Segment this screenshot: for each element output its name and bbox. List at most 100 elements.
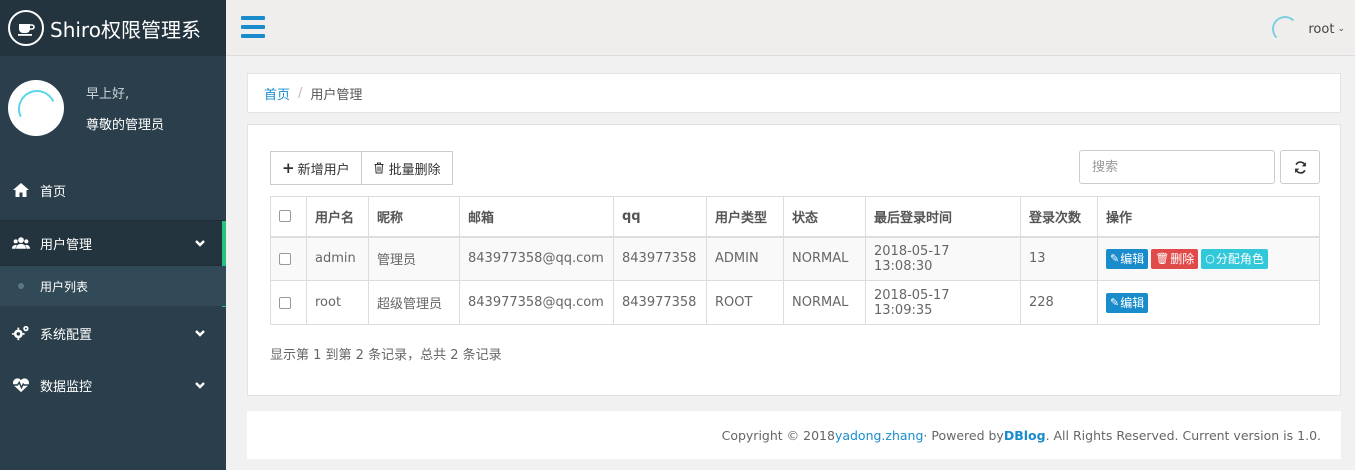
sidebar-item-label: 系统配置	[40, 327, 93, 343]
table-row: root 超级管理员 843977358@qq.com 843977358 RO…	[270, 280, 1320, 325]
chevron-down-icon	[194, 379, 206, 391]
footer-rights: . All Rights Reserved. Current version i…	[1045, 427, 1321, 443]
column-header[interactable]: 邮箱	[459, 196, 614, 238]
user-role-text: 尊敬的管理员	[86, 118, 165, 133]
greeting-text: 早上好,	[86, 87, 130, 102]
table-header-row: 用户名 昵称 邮箱 qq 用户类型 状态 最后登录时间 登录次数 操作	[270, 196, 1320, 238]
batch-delete-label: 批量删除	[388, 162, 441, 178]
edit-icon: ✎	[1110, 296, 1120, 309]
chevron-down-icon	[194, 237, 206, 249]
refresh-icon	[1294, 160, 1306, 174]
batch-delete-button[interactable]: 批量删除	[361, 151, 453, 185]
column-header[interactable]: 用户类型	[706, 196, 784, 238]
cell-last-login: 2018-05-17 13:08:30	[865, 236, 1021, 281]
column-header[interactable]: 登录次数	[1020, 196, 1098, 238]
cell-login-count: 228	[1020, 280, 1098, 325]
plus-icon: +	[282, 159, 295, 177]
bullet-dot-icon	[18, 283, 24, 289]
coffee-cup-icon	[8, 10, 44, 46]
content-panel: + 新增用户 批量删除 用户名 昵称 邮箱 qq 用户类型 状态 最后登录时间 …	[247, 124, 1341, 396]
sidebar: Shiro权限管理系 早上好, 尊敬的管理员 首页 用户管理 用户列表 系统配置…	[0, 0, 226, 470]
edit-icon: ✎	[1110, 252, 1120, 266]
add-user-label: 新增用户	[297, 162, 350, 178]
brand-title: Shiro权限管理系	[50, 17, 201, 42]
sidebar-nav: 首页 用户管理 用户列表 系统配置 数据监控	[0, 160, 226, 409]
cell-email: 843977358@qq.com	[459, 280, 614, 325]
brand[interactable]: Shiro权限管理系	[0, 0, 226, 56]
user-panel: 早上好, 尊敬的管理员	[0, 56, 226, 160]
users-icon	[10, 234, 32, 252]
footer-blog-link[interactable]: DBlog	[1004, 428, 1046, 443]
cell-username: root	[306, 280, 369, 325]
cell-qq: 843977358	[613, 280, 707, 325]
toolbar: + 新增用户 批量删除	[270, 151, 453, 185]
edit-label: 编辑	[1120, 252, 1145, 267]
menu-toggle-icon[interactable]	[241, 16, 265, 38]
column-header: 操作	[1097, 196, 1320, 238]
sidebar-item-home[interactable]: 首页	[0, 160, 226, 220]
edit-label: 编辑	[1120, 296, 1145, 310]
row-checkbox[interactable]	[279, 252, 291, 265]
delete-label: 删除	[1170, 252, 1195, 267]
trash-icon	[374, 162, 384, 174]
cell-status: NORMAL	[783, 236, 866, 281]
row-select-cell[interactable]	[270, 236, 307, 281]
column-header[interactable]: 用户名	[306, 196, 369, 238]
column-header[interactable]: 昵称	[368, 196, 460, 238]
footer-author-link[interactable]: yadong.zhang	[835, 428, 923, 443]
refresh-button[interactable]	[1280, 150, 1320, 184]
edit-button[interactable]: ✎ 编辑	[1106, 248, 1149, 269]
trash-icon: 🗑	[1155, 252, 1170, 266]
sidebar-subitem-user-list[interactable]: 用户列表	[0, 266, 226, 306]
table-row: admin 管理员 843977358@qq.com 843977358 ADM…	[270, 236, 1320, 281]
sidebar-item-system-config[interactable]: 系统配置	[0, 309, 226, 357]
user-menu[interactable]: root ⌄	[1272, 16, 1345, 42]
breadcrumb: 首页 / 用户管理	[247, 73, 1341, 113]
add-user-button[interactable]: + 新增用户	[270, 151, 362, 185]
avatar	[8, 80, 64, 136]
row-select-cell[interactable]	[270, 280, 307, 325]
sidebar-subitem-label: 用户列表	[40, 279, 89, 294]
row-checkbox[interactable]	[279, 296, 291, 309]
cell-status: NORMAL	[783, 280, 866, 325]
column-header[interactable]: 状态	[783, 196, 866, 238]
cell-last-login: 2018-05-17 13:09:35	[865, 280, 1021, 325]
select-all-checkbox[interactable]	[279, 210, 291, 223]
search-input[interactable]	[1079, 150, 1275, 184]
cell-type: ROOT	[706, 280, 784, 325]
sidebar-item-data-monitor[interactable]: 数据监控	[0, 361, 226, 409]
gears-icon	[10, 324, 32, 342]
breadcrumb-home-link[interactable]: 首页	[264, 84, 290, 103]
cell-type: ADMIN	[706, 236, 784, 281]
pagination-summary: 显示第 1 到第 2 条记录，总共 2 条记录	[270, 348, 502, 363]
cell-actions: ✎ 编辑	[1097, 280, 1320, 325]
home-icon	[10, 181, 32, 199]
header-select-all[interactable]	[270, 196, 307, 238]
users-table: 用户名 昵称 邮箱 qq 用户类型 状态 最后登录时间 登录次数 操作 admi…	[270, 196, 1320, 325]
cell-actions: ✎ 编辑 🗑 删除 ○ 分配角色	[1097, 236, 1320, 281]
cell-username: admin	[306, 236, 369, 281]
cell-qq: 843977358	[613, 236, 707, 281]
breadcrumb-separator: /	[298, 85, 303, 101]
column-header[interactable]: 最后登录时间	[865, 196, 1021, 238]
sidebar-item-label: 首页	[40, 184, 67, 200]
footer-copyright: Copyright © 2018	[721, 427, 835, 443]
cell-nickname: 超级管理员	[368, 280, 460, 325]
edit-button[interactable]: ✎ 编辑	[1106, 292, 1149, 313]
breadcrumb-current: 用户管理	[310, 87, 363, 103]
sidebar-item-users[interactable]: 用户管理	[0, 220, 226, 307]
delete-button[interactable]: 🗑 删除	[1151, 248, 1199, 269]
assign-role-button[interactable]: ○ 分配角色	[1201, 248, 1268, 269]
assign-role-label: 分配角色	[1215, 252, 1264, 267]
cell-nickname: 管理员	[368, 236, 460, 281]
sidebar-item-label: 数据监控	[40, 379, 93, 395]
heartbeat-icon	[10, 376, 32, 394]
footer-powered: · Powered by	[923, 427, 1004, 443]
chevron-down-icon	[194, 327, 206, 339]
top-username: root	[1308, 21, 1335, 37]
chevron-down-icon: ⌄	[1337, 24, 1345, 34]
column-header[interactable]: qq	[613, 196, 707, 238]
circle-icon: ○	[1205, 252, 1215, 266]
cell-email: 843977358@qq.com	[459, 236, 614, 281]
cell-login-count: 13	[1020, 236, 1098, 281]
